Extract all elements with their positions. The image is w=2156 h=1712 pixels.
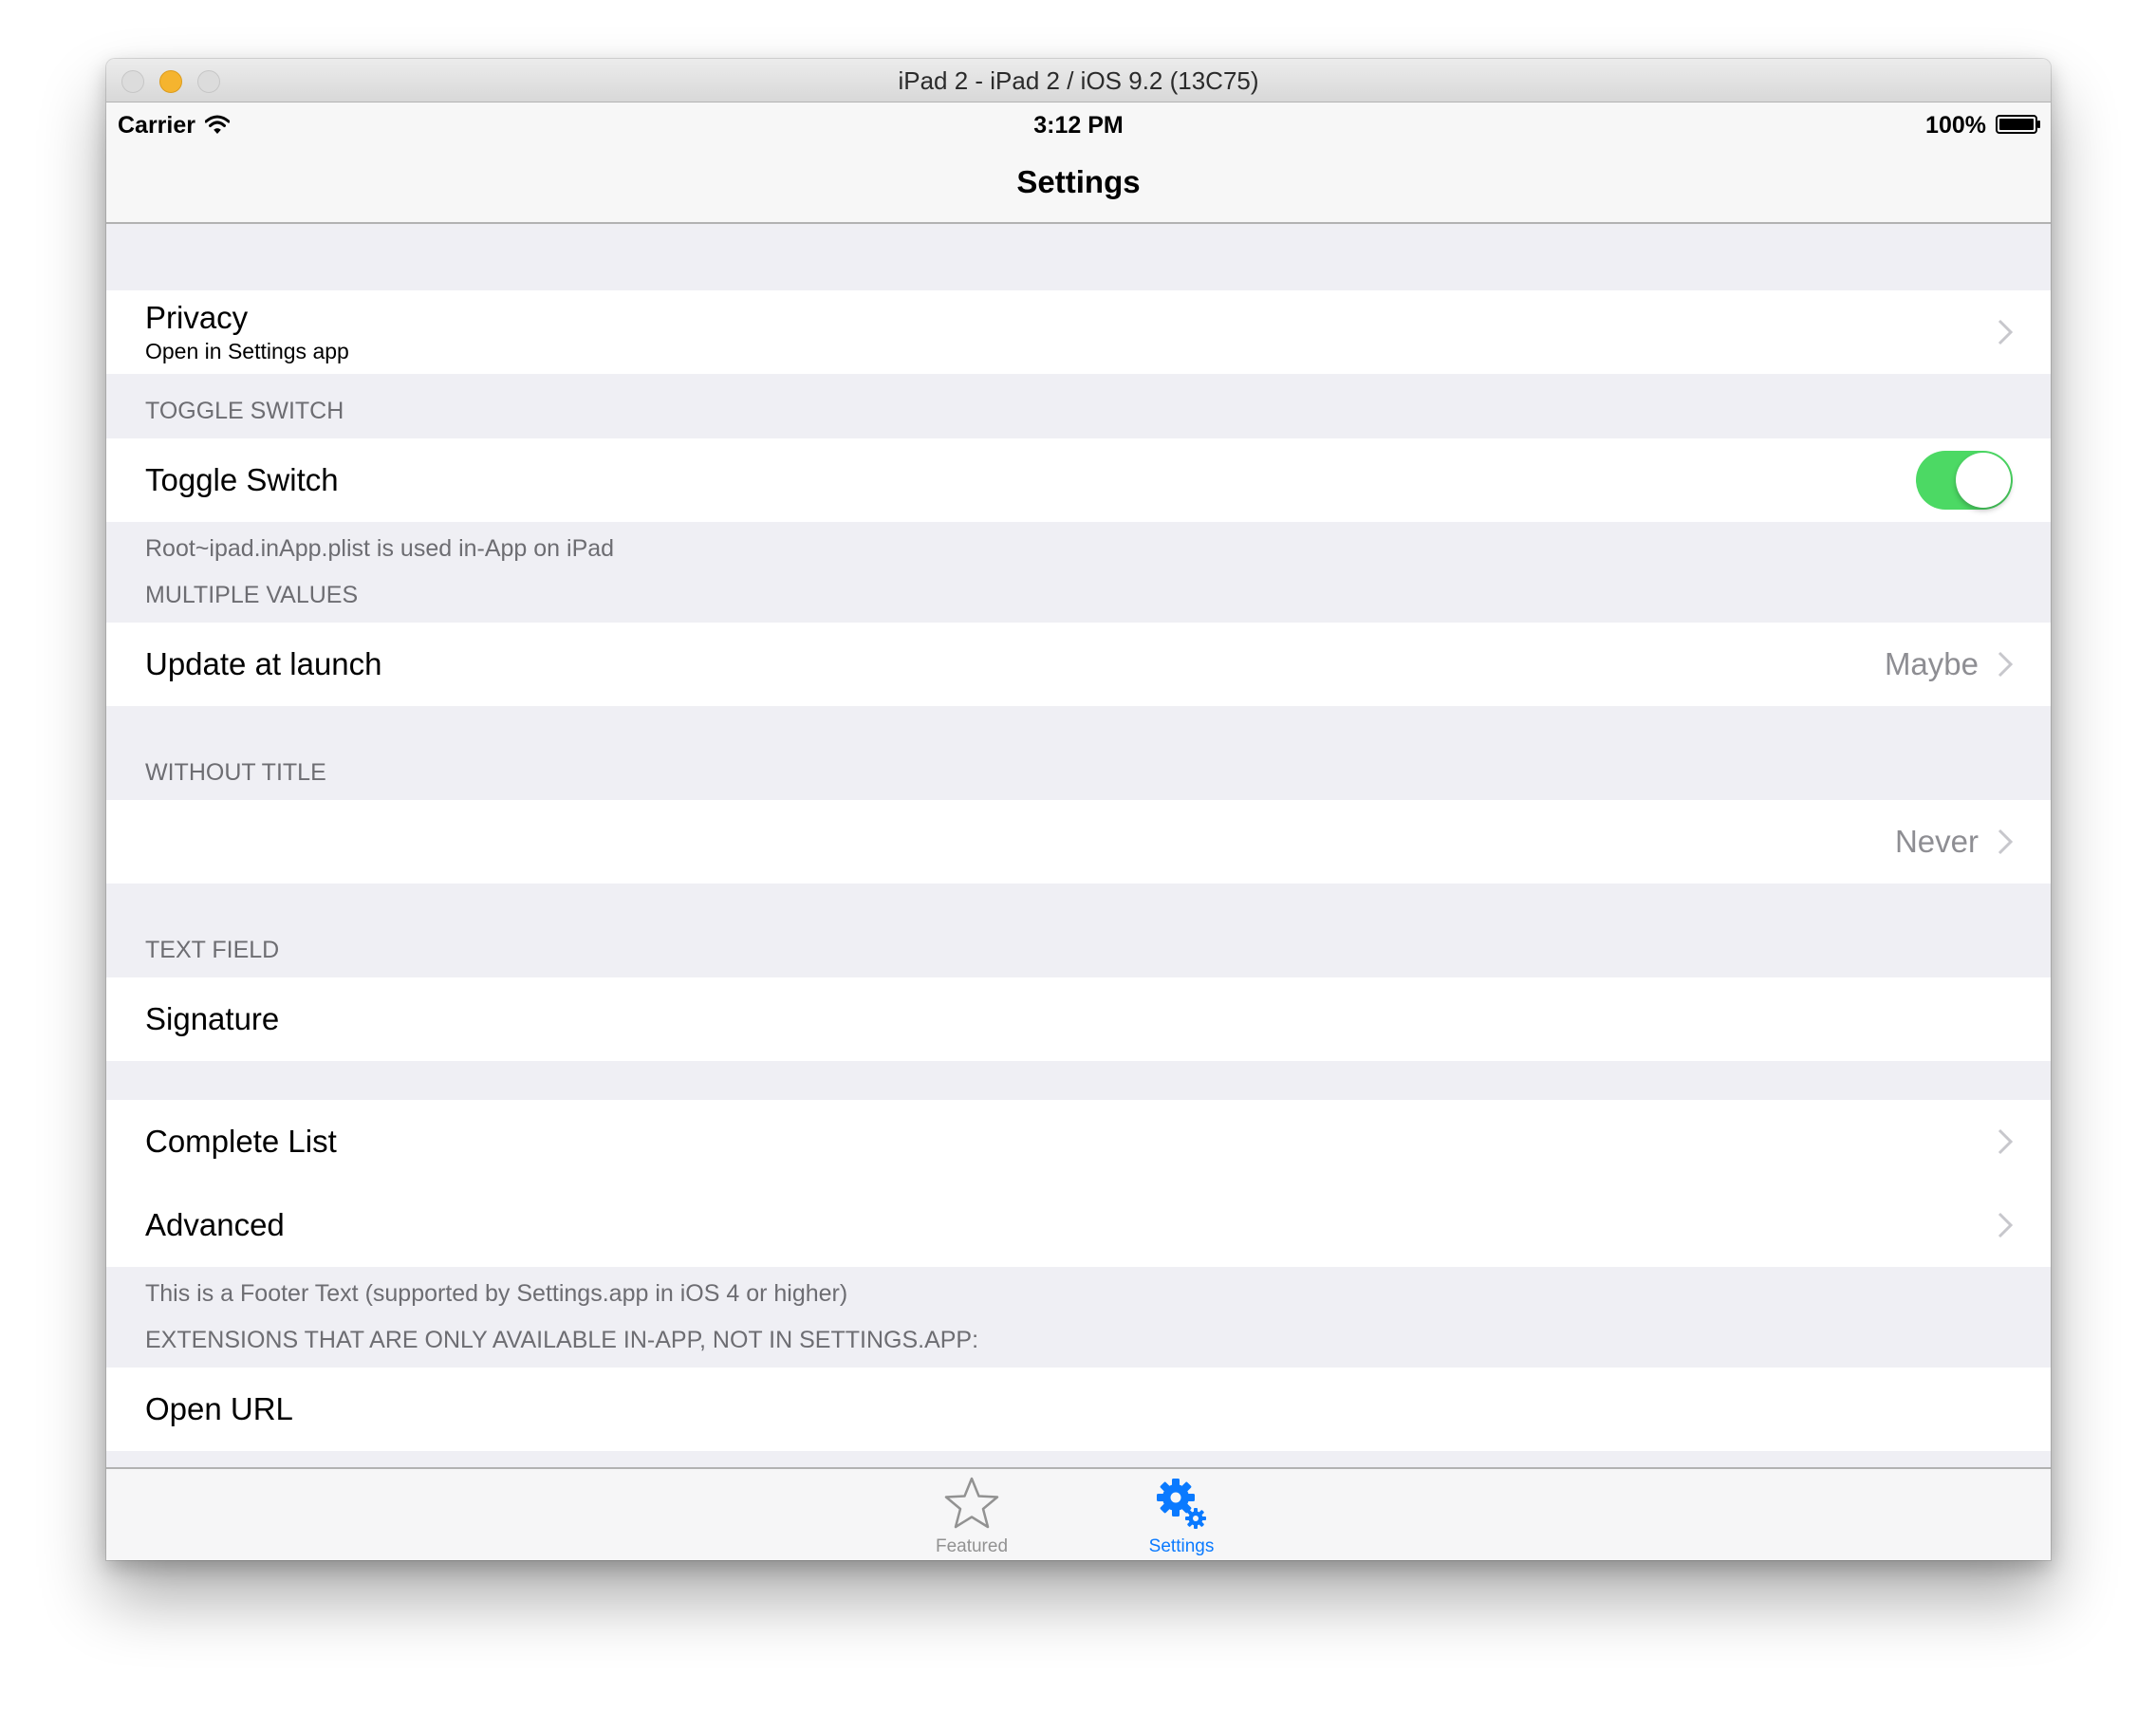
open-url-label: Open URL <box>145 1391 293 1426</box>
privacy-title: Privacy <box>145 300 249 335</box>
update-at-launch-cell[interactable]: Update at launch Maybe <box>106 623 2051 706</box>
tab-settings-label: Settings <box>1148 1536 1215 1556</box>
toggle-knob <box>1956 453 2011 508</box>
window-titlebar[interactable]: iPad 2 - iPad 2 / iOS 9.2 (13C75) <box>106 59 2051 102</box>
signature-label: Signature <box>145 1001 280 1036</box>
toggle-switch-cell: Toggle Switch <box>106 438 2051 522</box>
section-footer-lists: This is a Footer Text (supported by Sett… <box>145 1280 848 1307</box>
advanced-label: Advanced <box>145 1207 285 1242</box>
gears-icon <box>1157 1479 1206 1529</box>
star-icon <box>944 1477 999 1529</box>
privacy-cell[interactable]: Privacy Open in Settings app <box>106 290 2051 374</box>
chevron-right-icon <box>1998 651 2013 678</box>
section-header-toggle: TOGGLE SWITCH <box>145 398 344 424</box>
ipad-screen: Carrier 3:12 PM 100% Settings Privacy Op… <box>106 102 2051 1560</box>
settings-table[interactable]: Privacy Open in Settings app TOGGLE SWIT… <box>106 226 2051 1451</box>
signature-cell[interactable]: Signature <box>106 977 2051 1061</box>
toggle-switch[interactable] <box>1916 451 2013 510</box>
chevron-right-icon <box>1998 1128 2013 1155</box>
advanced-cell[interactable]: Advanced <box>106 1183 2051 1267</box>
chevron-right-icon <box>1998 828 2013 855</box>
window-title: iPad 2 - iPad 2 / iOS 9.2 (13C75) <box>898 66 1259 95</box>
section-header-extensions: EXTENSIONS THAT ARE ONLY AVAILABLE IN-AP… <box>145 1327 979 1353</box>
page-title: Settings <box>1016 164 1141 199</box>
complete-list-cell[interactable]: Complete List <box>106 1100 2051 1183</box>
tab-bar: Featured Settings <box>106 1467 2051 1560</box>
toggle-switch-label: Toggle Switch <box>145 462 339 497</box>
tab-featured-label: Featured <box>935 1536 1009 1556</box>
chevron-right-icon <box>1998 319 2013 345</box>
complete-list-label: Complete List <box>145 1124 337 1159</box>
section-header-multiple-values: MULTIPLE VALUES <box>145 582 359 608</box>
update-at-launch-value: Maybe <box>1884 646 1979 681</box>
open-url-cell[interactable]: Open URL <box>106 1368 2051 1451</box>
battery-percent: 100% <box>1925 112 1986 139</box>
without-title-value: Never <box>1894 824 1979 859</box>
simulator-window: iPad 2 - iPad 2 / iOS 9.2 (13C75) Carrie… <box>106 59 2051 1560</box>
battery-icon <box>1996 115 2040 134</box>
update-at-launch-label: Update at launch <box>145 646 382 681</box>
section-header-without-title: WITHOUT TITLE <box>145 759 326 786</box>
navigation-bar: Carrier 3:12 PM 100% Settings <box>106 102 2051 224</box>
tab-featured[interactable]: Featured <box>905 1469 1038 1560</box>
section-header-text-field: TEXT FIELD <box>145 937 280 963</box>
section-footer-toggle: Root~ipad.inApp.plist is used in-App on … <box>145 535 615 562</box>
without-title-cell[interactable]: Never <box>106 800 2051 884</box>
status-time: 3:12 PM <box>1033 112 1124 139</box>
chevron-right-icon <box>1998 1212 2013 1238</box>
privacy-subtitle: Open in Settings app <box>145 339 349 363</box>
tab-settings[interactable]: Settings <box>1115 1469 1248 1560</box>
